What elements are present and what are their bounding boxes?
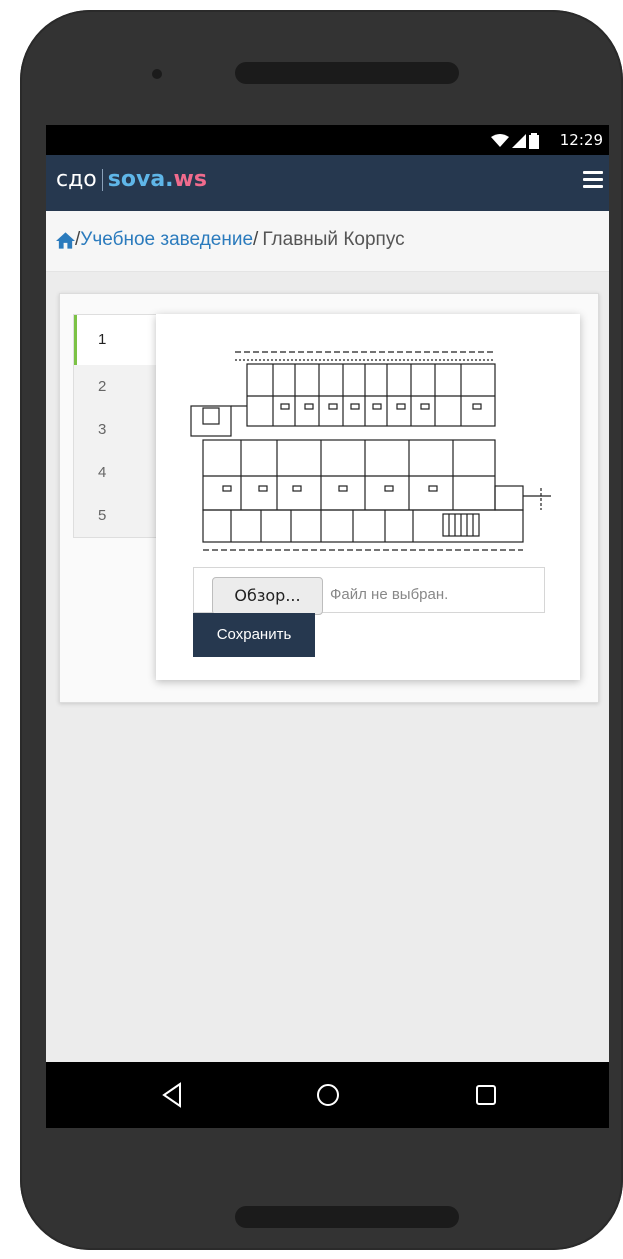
android-nav-bar (46, 1062, 609, 1128)
home-icon[interactable] (56, 231, 75, 249)
file-status-text: Файл не выбран. (330, 586, 449, 603)
top-navbar: сдо sova. ws (46, 155, 609, 211)
signal-icon (512, 134, 526, 148)
breadcrumb: / Учебное заведение / Главный Корпус (46, 211, 609, 272)
floor-tabs: 1 2 3 4 5 (73, 314, 158, 538)
hamburger-menu-icon[interactable] (583, 171, 603, 191)
speaker-bottom (235, 1206, 459, 1228)
recents-square-icon[interactable] (474, 1082, 498, 1108)
logo-prefix: сдо (56, 167, 97, 192)
logo-brand-second: ws (173, 167, 207, 192)
floor-tab-1[interactable]: 1 (74, 315, 157, 365)
logo-separator (101, 168, 103, 191)
floor-tab-3[interactable]: 3 (74, 408, 157, 451)
save-button[interactable]: Сохранить (193, 613, 315, 657)
logo-brand-first: sova. (107, 167, 174, 192)
screen: 12:29 сдо sova. ws / Учебное заведение / … (46, 125, 609, 1128)
status-time: 12:29 (559, 131, 603, 149)
speaker-top (235, 62, 459, 84)
floor-plan-image (173, 336, 565, 564)
floor-tab-2[interactable]: 2 (74, 365, 157, 408)
building-panel: 1 2 3 4 5 Обзор... Файл не выбран. Сохра… (59, 293, 599, 703)
status-bar: 12:29 (46, 125, 609, 155)
home-circle-icon[interactable] (316, 1082, 340, 1108)
back-icon[interactable] (160, 1082, 184, 1108)
status-icons (491, 133, 539, 149)
battery-icon (529, 133, 539, 149)
floor-tab-5[interactable]: 5 (74, 494, 157, 537)
camera (152, 69, 162, 79)
breadcrumb-current: Главный Корпус (262, 229, 405, 250)
floor-tab-4[interactable]: 4 (74, 451, 157, 494)
wifi-icon (491, 134, 509, 147)
breadcrumb-link-institution[interactable]: Учебное заведение (80, 229, 253, 251)
site-logo[interactable]: сдо sova. ws (56, 167, 207, 192)
breadcrumb-separator: / (253, 229, 259, 250)
browse-button[interactable]: Обзор... (212, 577, 323, 615)
floor-content: Обзор... Файл не выбран. Сохранить (156, 314, 580, 680)
file-upload-field[interactable]: Обзор... Файл не выбран. (193, 567, 545, 615)
